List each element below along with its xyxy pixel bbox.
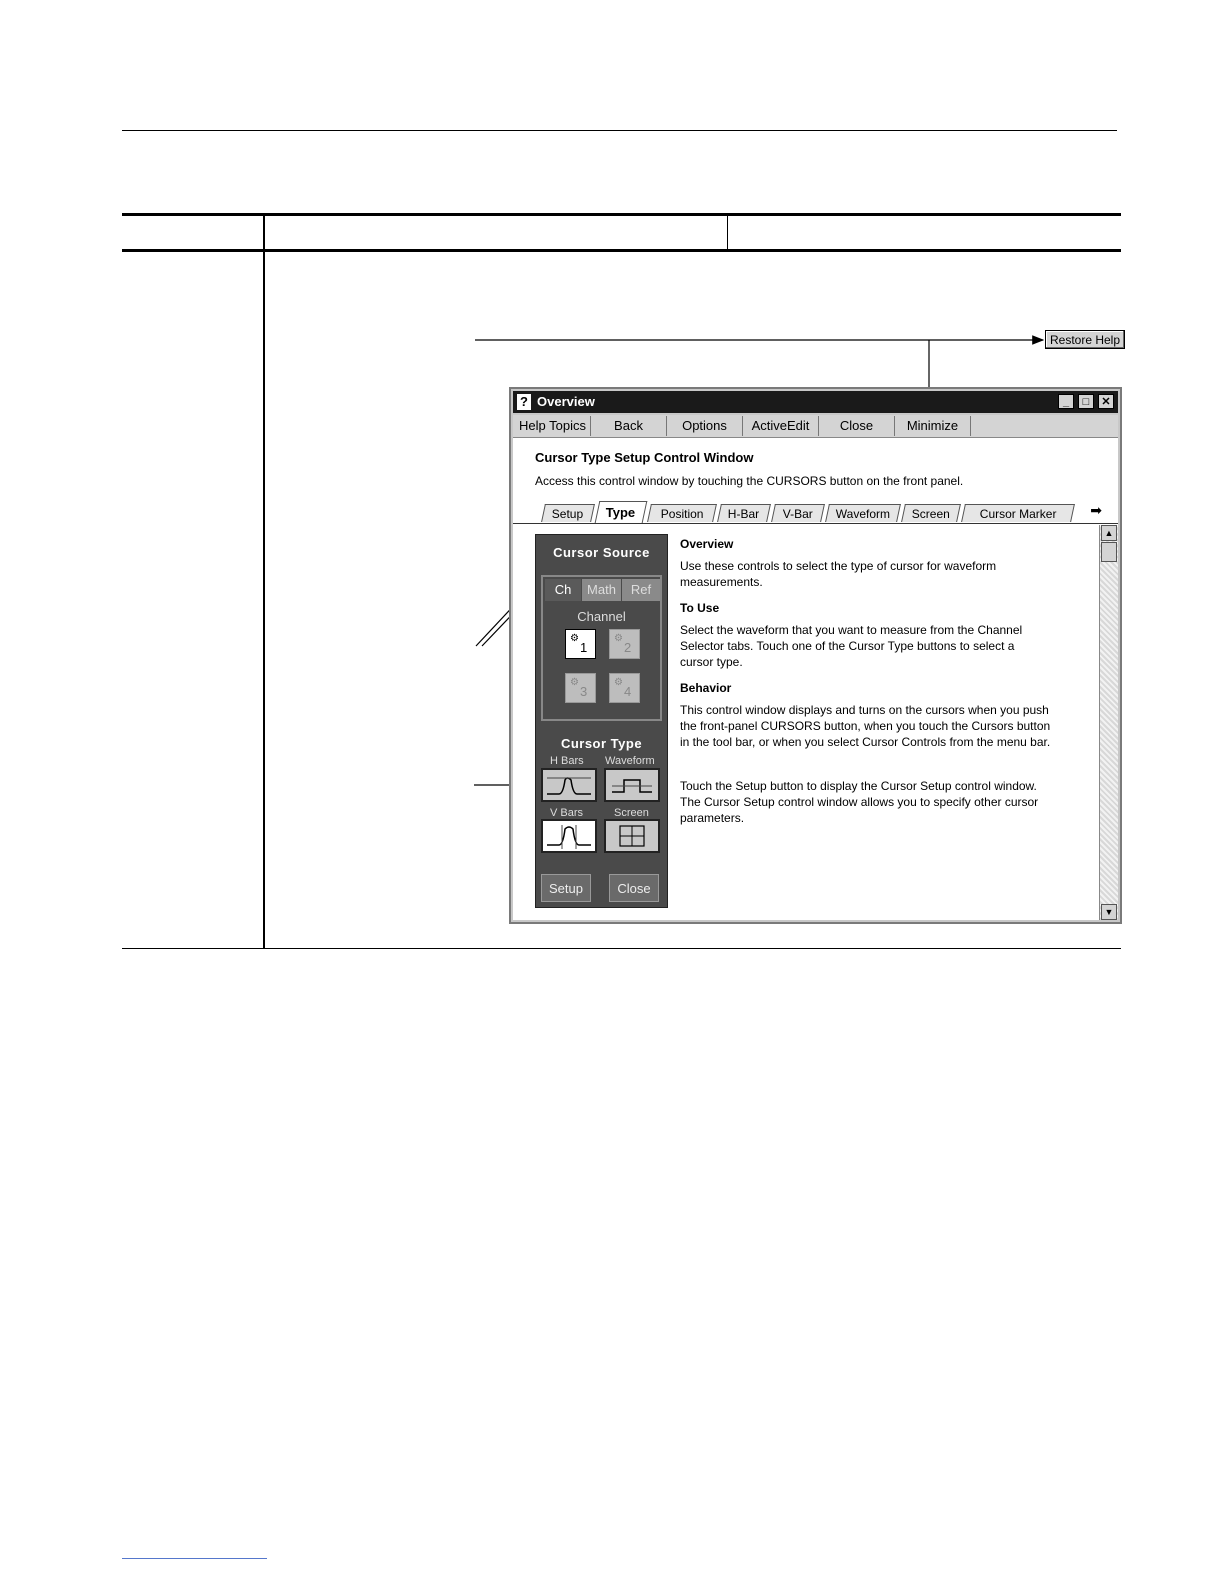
setup-button[interactable]: Setup xyxy=(541,874,591,902)
footer-rule xyxy=(122,1558,267,1559)
access-text: Access this control window by touching t… xyxy=(535,474,964,488)
tab-h-bar[interactable]: H-Bar xyxy=(717,504,771,522)
activeedit-button[interactable]: ActiveEdit xyxy=(743,416,819,436)
minimize-icon[interactable]: _ xyxy=(1058,394,1074,409)
window-title: Overview xyxy=(537,394,595,409)
tab-underline xyxy=(513,523,1118,524)
v-bars-label: V Bars xyxy=(550,807,584,819)
tab-type[interactable]: Type xyxy=(594,501,648,523)
maximize-icon[interactable]: □ xyxy=(1078,394,1094,409)
minimize-button[interactable]: Minimize xyxy=(895,416,971,436)
tab-setup[interactable]: Setup xyxy=(541,504,595,522)
waveform-label: Waveform xyxy=(605,755,655,767)
tab-screen[interactable]: Screen xyxy=(901,504,961,522)
h-bars-button[interactable] xyxy=(541,768,597,802)
screen-label: Screen xyxy=(614,807,649,819)
tab-position[interactable]: Position xyxy=(647,504,717,522)
channel-3-button[interactable]: ⚙ 3 xyxy=(565,673,596,703)
help-window: ? Overview _ □ ✕ Help Topics Back Option… xyxy=(509,387,1122,924)
options-button[interactable]: Options xyxy=(667,416,743,436)
tab-row: Setup Type Position H-Bar V-Bar Waveform… xyxy=(513,500,1118,524)
tab-waveform[interactable]: Waveform xyxy=(825,504,901,522)
channel-2-button[interactable]: ⚙ 2 xyxy=(609,629,640,659)
cursor-source-box: Ch Math Ref Channel ⚙ 1 ⚙ 2 ⚙ 3 ⚙ 4 xyxy=(541,575,662,721)
channel-4-button[interactable]: ⚙ 4 xyxy=(609,673,640,703)
overview-title: Overview xyxy=(680,537,734,551)
help-question-icon: ? xyxy=(517,394,531,410)
channel-1-button[interactable]: ⚙ 1 xyxy=(565,629,596,659)
cursor-control-panel: Cursor Source Ch Math Ref Channel ⚙ 1 ⚙ 2 … xyxy=(535,534,668,908)
behavior-title: Behavior xyxy=(680,681,732,695)
tab-cursor-marker[interactable]: Cursor Marker xyxy=(961,504,1075,522)
cursor-type-title: Cursor Type xyxy=(560,736,643,751)
v-bars-button[interactable] xyxy=(541,819,597,853)
channel-label: Channel xyxy=(577,609,626,624)
touse-title: To Use xyxy=(680,601,720,615)
waveform-button[interactable] xyxy=(604,768,660,802)
cursor-source-title: Cursor Source xyxy=(553,545,650,560)
touse-text: Select the waveform that you want to mea… xyxy=(680,623,1023,669)
close-button[interactable]: Close xyxy=(819,416,895,436)
source-tab-math[interactable]: Math xyxy=(582,579,621,601)
window-heading: Cursor Type Setup Control Window xyxy=(535,450,754,465)
tab-v-bar[interactable]: V-Bar xyxy=(771,504,825,522)
restore-help-button[interactable]: Restore Help xyxy=(1045,330,1125,349)
scroll-down-icon[interactable]: ▼ xyxy=(1101,904,1117,920)
scroll-up-icon[interactable]: ▲ xyxy=(1101,525,1117,541)
h-bars-label: H Bars xyxy=(550,755,584,767)
behavior-text: This control window displays and turns o… xyxy=(680,703,1051,749)
setup-text: Touch the Setup button to display the Cu… xyxy=(680,779,1039,825)
overview-text: Use these controls to select the type of… xyxy=(680,559,997,589)
help-topics-button[interactable]: Help Topics xyxy=(515,416,591,436)
scroll-thumb[interactable] xyxy=(1101,542,1117,562)
close-icon[interactable]: ✕ xyxy=(1098,394,1114,409)
source-tab-ch[interactable]: Ch xyxy=(545,579,581,601)
panel-close-button[interactable]: Close xyxy=(609,874,659,902)
waveform-step-icon xyxy=(612,779,652,793)
screen-button[interactable] xyxy=(604,819,660,853)
help-content: Cursor Type Setup Control Window Access … xyxy=(513,438,1118,920)
v-bars-pulse-icon xyxy=(547,825,591,849)
h-bars-pulse-icon xyxy=(547,777,591,795)
arrow-right-icon[interactable]: ➡ xyxy=(1090,502,1102,519)
help-scrollbar[interactable]: ▲ ▼ xyxy=(1099,525,1118,920)
screen-grid-icon xyxy=(619,825,645,847)
title-bar: ? Overview _ □ ✕ xyxy=(513,391,1118,413)
source-tab-ref[interactable]: Ref xyxy=(622,579,660,601)
back-button[interactable]: Back xyxy=(591,416,667,436)
help-menu-bar: Help Topics Back Options ActiveEdit Clos… xyxy=(513,415,1118,438)
